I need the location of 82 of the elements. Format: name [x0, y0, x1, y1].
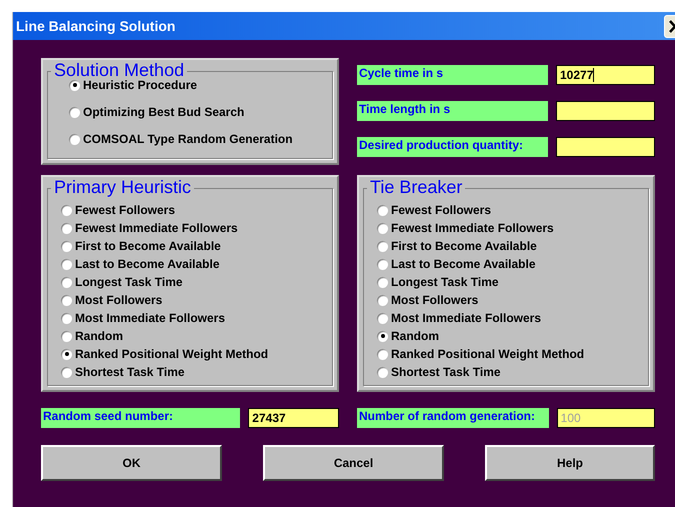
dialog-button[interactable]: Help	[485, 445, 655, 481]
radio-button[interactable]	[377, 330, 388, 342]
option-label: Ranked Positional Weight Method	[391, 347, 584, 361]
radio-option[interactable]: Ranked Positional Weight Method	[377, 345, 653, 363]
option-label: First to Become Available	[75, 239, 221, 253]
radio-option[interactable]: Ranked Positional Weight Method	[61, 345, 337, 363]
radio-option[interactable]: Optimizing Best Bud Search	[69, 103, 337, 121]
radio-option[interactable]: Longest Task Time	[61, 273, 337, 291]
option-label: Random	[391, 329, 439, 343]
radio-option[interactable]: Fewest Followers	[377, 201, 653, 219]
radio-button[interactable]	[377, 366, 388, 378]
option-label: First to Become Available	[391, 239, 537, 253]
field-label: Random seed number:	[41, 408, 240, 428]
radio-button[interactable]	[61, 294, 72, 306]
radio-option[interactable]: Fewest Followers	[61, 201, 337, 219]
option-label: COMSOAL Type Random Generation	[83, 132, 293, 146]
option-label: Most Followers	[75, 293, 162, 307]
radio-option[interactable]: Shortest Task Time	[61, 363, 337, 381]
radio-option[interactable]: Most Immediate Followers	[61, 309, 337, 327]
radio-button[interactable]	[61, 366, 72, 378]
radio-button[interactable]	[377, 276, 388, 288]
group-title: Primary Heuristic	[51, 177, 194, 197]
radio-option[interactable]: Last to Become Available	[377, 255, 653, 273]
field-label: Number of random generation:	[357, 408, 549, 428]
radio-button[interactable]	[377, 258, 388, 270]
option-label: Random	[75, 329, 123, 343]
option-label: Optimizing Best Bud Search	[83, 105, 244, 119]
input-field[interactable]	[556, 137, 655, 157]
radio-button[interactable]	[61, 330, 72, 342]
radio-option[interactable]: Most Immediate Followers	[377, 309, 653, 327]
dialog-button[interactable]: OK	[41, 445, 222, 481]
radio-option[interactable]: Random	[377, 327, 653, 345]
option-label: Most Immediate Followers	[391, 311, 542, 325]
radio-button[interactable]	[69, 106, 80, 118]
option-label: Most Immediate Followers	[75, 311, 226, 325]
radio-option[interactable]: COMSOAL Type Random Generation	[69, 130, 337, 148]
radio-button[interactable]	[69, 80, 80, 90]
radio-option[interactable]: Random	[61, 327, 337, 345]
option-label: Fewest Immediate Followers	[391, 221, 554, 235]
radio-option[interactable]: Longest Task Time	[377, 273, 653, 291]
input-field[interactable]	[556, 101, 655, 121]
option-label: Last to Become Available	[75, 257, 220, 271]
radio-button[interactable]	[61, 204, 72, 216]
radio-option[interactable]: Fewest Immediate Followers	[61, 219, 337, 237]
radio-button[interactable]	[377, 294, 388, 306]
radio-button[interactable]	[61, 258, 72, 270]
input-field[interactable]: 27437	[248, 408, 339, 428]
field-label: Desired production quantity:	[357, 137, 548, 157]
option-label: Shortest Task Time	[391, 365, 501, 379]
option-label: Shortest Task Time	[75, 365, 185, 379]
radio-option[interactable]: Most Followers	[377, 291, 653, 309]
field-label: Cycle time in s	[357, 65, 548, 85]
field-label: Time length in s	[357, 101, 548, 121]
option-label: Heuristic Procedure	[83, 78, 198, 92]
radio-button[interactable]	[377, 204, 388, 216]
option-label: Fewest Followers	[391, 203, 492, 217]
window-title: Line Balancing Solution	[16, 18, 176, 34]
option-label: Longest Task Time	[391, 275, 499, 289]
option-label: Last to Become Available	[391, 257, 536, 271]
radio-option[interactable]: First to Become Available	[61, 237, 337, 255]
radio-button[interactable]	[61, 276, 72, 288]
radio-button[interactable]	[61, 312, 72, 324]
radio-button[interactable]	[61, 348, 72, 360]
radio-button[interactable]	[61, 240, 72, 252]
radio-button[interactable]	[377, 348, 388, 360]
option-label: Most Followers	[391, 293, 478, 307]
option-label: Ranked Positional Weight Method	[75, 347, 268, 361]
dialog-button[interactable]: Cancel	[263, 445, 444, 481]
option-label: Fewest Immediate Followers	[75, 221, 238, 235]
radio-option[interactable]: First to Become Available	[377, 237, 653, 255]
option-label: Longest Task Time	[75, 275, 183, 289]
input-field[interactable]: 10277	[556, 65, 655, 85]
radio-button[interactable]	[61, 222, 72, 234]
radio-option[interactable]: Fewest Immediate Followers	[377, 219, 653, 237]
radio-option[interactable]: Shortest Task Time	[377, 363, 653, 381]
radio-button[interactable]	[377, 222, 388, 234]
radio-option[interactable]: Most Followers	[61, 291, 337, 309]
radio-option[interactable]: Last to Become Available	[61, 255, 337, 273]
radio-button[interactable]	[377, 312, 388, 324]
radio-button[interactable]	[377, 240, 388, 252]
option-label: Fewest Followers	[75, 203, 176, 217]
radio-button[interactable]	[69, 134, 80, 144]
